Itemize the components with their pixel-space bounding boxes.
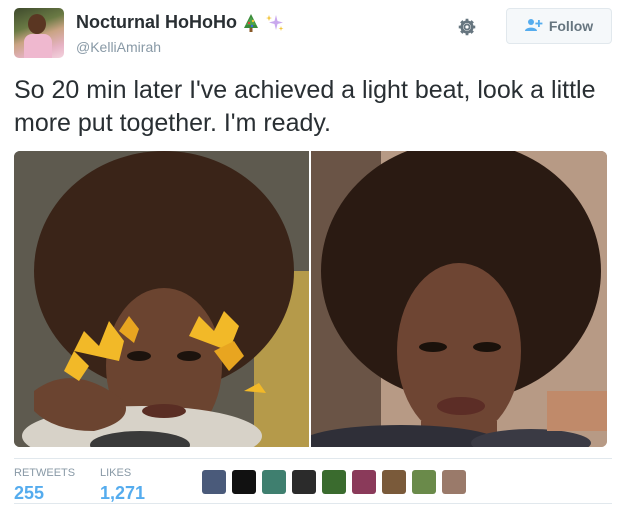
liker-avatar[interactable] — [352, 470, 376, 494]
retweets-stat[interactable]: RETWEETS 255 — [14, 467, 75, 504]
retweets-count: 255 — [14, 483, 45, 503]
likers-avatar-list — [202, 470, 466, 494]
avatar-body — [24, 34, 52, 58]
author-display-name-text: Nocturnal HoHoHo — [76, 12, 237, 32]
sparkles-icon — [265, 13, 285, 33]
media-photo-1[interactable] — [14, 151, 309, 447]
liker-avatar[interactable] — [442, 470, 466, 494]
liker-avatar[interactable] — [292, 470, 316, 494]
tweet-stats: RETWEETS 255 LIKES 1,271 — [14, 458, 612, 504]
likes-count: 1,271 — [100, 483, 146, 503]
likes-stat[interactable]: LIKES 1,271 — [100, 467, 145, 504]
follow-button[interactable]: Follow — [506, 8, 612, 44]
author-display-name[interactable]: Nocturnal HoHoHo — [76, 12, 285, 33]
liker-avatar[interactable] — [412, 470, 436, 494]
tweet-text: So 20 min later I've achieved a light be… — [14, 76, 596, 137]
author-names[interactable]: Nocturnal HoHoHo @KelliAmirah — [76, 12, 285, 55]
christmas-tree-icon — [241, 13, 261, 33]
tweet-card: Nocturnal HoHoHo @KelliAmirah Follow So … — [0, 0, 625, 509]
tweet-header: Nocturnal HoHoHo @KelliAmirah Follow — [14, 8, 612, 60]
liker-avatar[interactable] — [262, 470, 286, 494]
liker-avatar[interactable] — [322, 470, 346, 494]
liker-avatar[interactable] — [382, 470, 406, 494]
avatar[interactable] — [14, 8, 64, 58]
liker-avatar[interactable] — [202, 470, 226, 494]
liker-avatar[interactable] — [232, 470, 256, 494]
retweets-label: RETWEETS — [14, 467, 76, 479]
gear-icon[interactable] — [454, 14, 480, 40]
avatar-head — [28, 14, 46, 34]
add-user-icon — [524, 18, 543, 35]
follow-button-label: Follow — [548, 18, 594, 34]
media-photo-2[interactable] — [311, 151, 607, 447]
author-handle[interactable]: @KelliAmirah — [76, 39, 285, 55]
tweet-media — [14, 151, 607, 447]
likes-label: LIKES — [100, 467, 132, 479]
